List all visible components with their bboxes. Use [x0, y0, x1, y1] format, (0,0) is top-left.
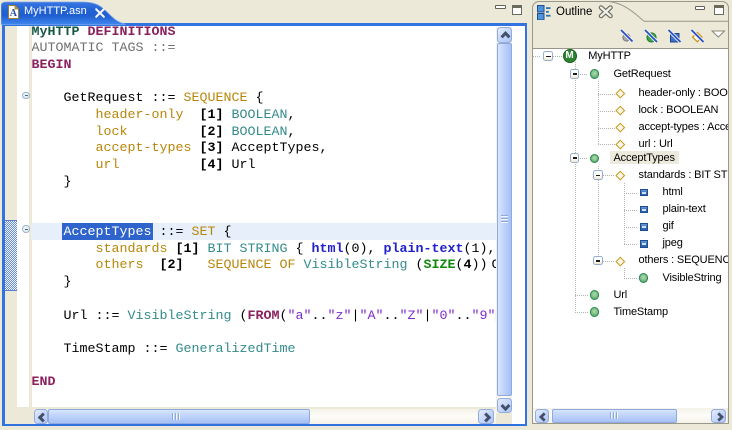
- svg-text:A: A: [10, 8, 18, 19]
